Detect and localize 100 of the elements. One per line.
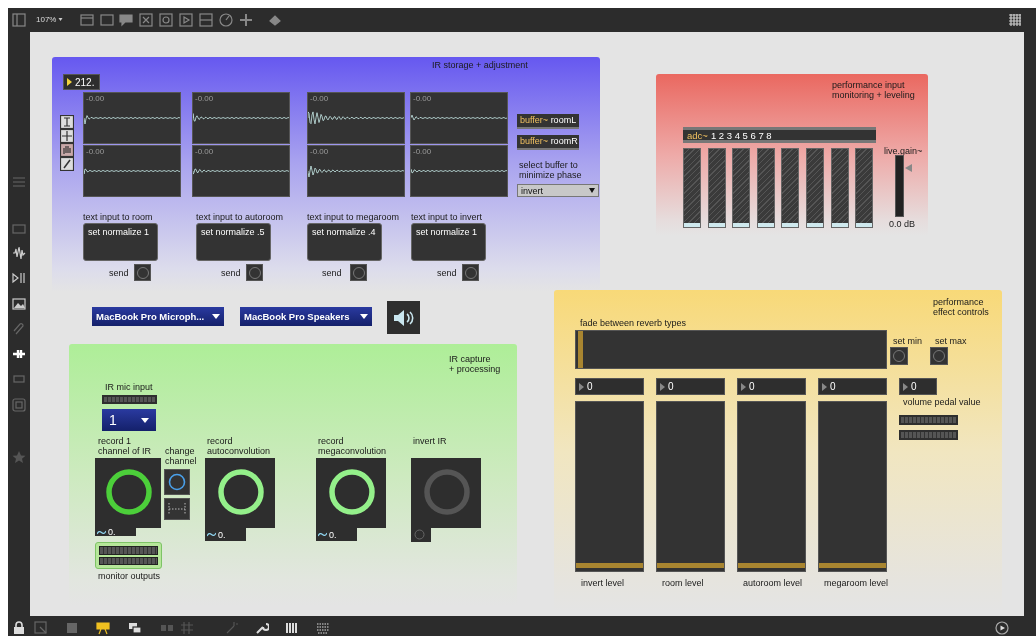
buffer-dropdown[interactable]: invert xyxy=(517,184,599,197)
play-box-icon[interactable] xyxy=(179,13,193,27)
zoom-level[interactable]: 107% xyxy=(36,15,57,24)
number-box[interactable]: 0 xyxy=(656,378,725,395)
message-box[interactable]: set normalize .4 xyxy=(307,223,382,261)
level-slider[interactable] xyxy=(818,401,887,572)
buffer-object[interactable]: buffer~ roomR xyxy=(517,135,579,150)
speaker-button[interactable] xyxy=(387,301,420,334)
record-label: record 1 channel of IR xyxy=(98,436,152,457)
i-beam-icon[interactable] xyxy=(60,115,74,129)
number-box[interactable]: 0. xyxy=(316,528,357,541)
bang-button[interactable] xyxy=(134,264,151,281)
waveform-display[interactable]: -0.00 xyxy=(410,92,508,144)
waveform-icon[interactable] xyxy=(12,246,26,260)
fade-slider[interactable] xyxy=(575,330,887,369)
buffer-object[interactable]: buffer~ roomL xyxy=(517,114,579,129)
waveform-display[interactable]: -0.00 xyxy=(83,92,181,144)
presentation-mode-icon[interactable] xyxy=(96,621,110,635)
output-device-dropdown[interactable]: MacBook Pro Speakers xyxy=(240,307,372,326)
waveform-display[interactable]: -0.00 xyxy=(83,145,181,197)
input-label: text input to megaroom xyxy=(307,212,400,223)
number-box[interactable]: 0 xyxy=(575,378,644,395)
bang-button[interactable] xyxy=(246,264,263,281)
circle-icon xyxy=(414,529,425,540)
keyboard-icon[interactable] xyxy=(316,621,330,635)
slider-box-icon[interactable] xyxy=(199,13,213,27)
lock-icon[interactable] xyxy=(12,621,26,635)
caret-icon[interactable] xyxy=(57,16,64,23)
caret-icon xyxy=(589,188,595,193)
toggle-button[interactable] xyxy=(411,528,431,542)
grid-icon[interactable] xyxy=(1008,13,1022,27)
scale-label: -0.00 xyxy=(413,94,432,103)
paperclip-icon[interactable] xyxy=(12,322,26,336)
waveform-display[interactable]: -0.00 xyxy=(192,145,290,197)
message-box[interactable]: set normalize 1 xyxy=(83,223,158,261)
slider-thumb[interactable] xyxy=(578,331,583,368)
level-slider[interactable] xyxy=(737,401,806,572)
move-icon[interactable] xyxy=(60,129,74,143)
slider-thumb[interactable] xyxy=(657,563,724,568)
dial-icon[interactable] xyxy=(219,13,233,27)
bang-button[interactable] xyxy=(350,264,367,281)
number-box[interactable]: 0 xyxy=(737,378,806,395)
record-button[interactable] xyxy=(205,458,275,528)
plus-icon[interactable] xyxy=(239,13,253,27)
image-icon[interactable] xyxy=(12,297,26,311)
monitor-label: monitor outputs xyxy=(98,571,161,582)
level-label: megaroom level xyxy=(824,578,889,589)
step-icon[interactable] xyxy=(12,271,26,285)
sidebar-toggle-icon[interactable] xyxy=(12,13,26,27)
message-icon[interactable] xyxy=(100,13,114,27)
select-icon[interactable] xyxy=(34,621,48,635)
message-box[interactable]: set normalize .5 xyxy=(196,223,271,261)
buffer-select-label: select buffer to minimize phase xyxy=(519,160,582,181)
piano-keys-icon[interactable] xyxy=(285,621,299,635)
plug-icon[interactable] xyxy=(12,347,26,361)
pencil-icon[interactable] xyxy=(60,157,74,171)
signal-icon xyxy=(207,532,216,537)
level-label: room level xyxy=(662,578,704,589)
level-slider[interactable] xyxy=(575,401,644,572)
message-box[interactable]: set normalize 1 xyxy=(411,223,486,261)
layer-icon[interactable] xyxy=(65,621,79,635)
comment-icon[interactable] xyxy=(119,13,133,27)
frame-icon[interactable] xyxy=(12,398,26,412)
bang-button[interactable] xyxy=(462,264,479,281)
send-label: send xyxy=(109,268,129,279)
input-device-dropdown[interactable]: MacBook Pro Microph... xyxy=(92,307,224,326)
number-box[interactable]: 0. xyxy=(205,528,246,541)
play-circle-icon[interactable] xyxy=(995,621,1009,635)
fade-label: fade between reverb types xyxy=(580,318,687,329)
number-box[interactable]: 212. xyxy=(63,74,100,90)
number-box[interactable]: 0. xyxy=(95,528,136,536)
scale-label: -0.00 xyxy=(310,94,329,103)
waveform-display[interactable]: -0.00 xyxy=(410,145,508,197)
level-slider[interactable] xyxy=(656,401,725,572)
waveform-display[interactable]: -0.00 xyxy=(192,92,290,144)
number-box[interactable]: 0 xyxy=(899,378,937,395)
record-button[interactable] xyxy=(95,458,161,528)
dotted-frame-icon xyxy=(167,501,187,517)
waveform-display[interactable]: -0.00 xyxy=(307,92,405,144)
star-icon[interactable] xyxy=(12,450,26,464)
windows-icon[interactable] xyxy=(128,621,142,635)
level-meter xyxy=(102,395,157,404)
cross-box-icon[interactable] xyxy=(139,13,153,27)
record-label: record autoconvolution xyxy=(207,436,271,457)
slider-thumb[interactable] xyxy=(576,563,643,568)
matrix-button[interactable] xyxy=(164,498,190,520)
button-object-icon[interactable] xyxy=(159,13,173,27)
change-channel-button[interactable] xyxy=(164,469,190,495)
set-max-button[interactable] xyxy=(930,347,948,365)
scale-label: -0.00 xyxy=(195,147,214,156)
number-box[interactable]: 0 xyxy=(818,378,887,395)
waveform-display[interactable]: -0.00 xyxy=(307,145,405,197)
slider-thumb[interactable] xyxy=(819,563,886,568)
presentation-icon[interactable] xyxy=(80,13,94,27)
channel-dropdown[interactable]: 1 xyxy=(102,409,156,431)
adc-object[interactable]: adc~ 1 2 3 4 5 6 7 8 xyxy=(683,127,876,143)
set-min-button[interactable] xyxy=(890,347,908,365)
slider-thumb[interactable] xyxy=(738,563,805,568)
record-button[interactable] xyxy=(316,458,386,528)
slider-thumb[interactable] xyxy=(905,164,912,173)
